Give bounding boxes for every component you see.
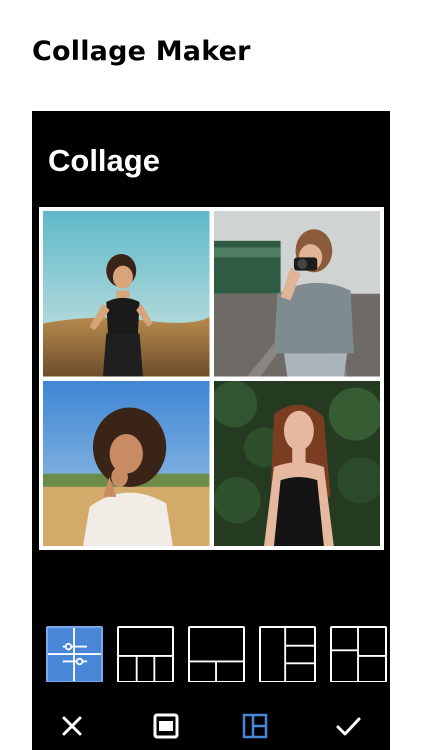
bottom-toolbar [32,706,390,746]
layout-left-one-right-two-button[interactable] [330,626,387,682]
collage-cell-2[interactable] [213,211,380,377]
phone-screen: Collage [32,111,390,750]
woman-long-hair-greenery-photo [213,380,380,546]
done-button[interactable] [328,706,368,746]
collage-cell-1[interactable] [43,211,210,377]
layout-button[interactable] [235,706,275,746]
check-icon [336,717,361,736]
grid-layout-icon [332,628,385,681]
layout-left-one-right-three-button[interactable] [259,626,316,682]
adjust-sliders-button[interactable] [46,626,103,682]
layout-top-one-bottom-three-button[interactable] [117,626,174,682]
sliders-icon [48,628,101,681]
app-title: Collage [48,143,160,178]
grid-layout-icon [119,654,172,681]
collage-grid [39,207,384,550]
border-button[interactable] [146,706,186,746]
collage-cell-3[interactable] [43,380,210,546]
layout-icon [242,713,268,739]
woman-in-wheat-field-photo [43,211,210,377]
close-button[interactable] [52,706,92,746]
woman-curly-hair-field-photo [43,380,210,546]
close-icon [62,716,82,736]
grid-layout-icon [284,628,314,681]
border-icon [153,713,179,739]
woman-with-camera-on-tracks-photo [213,211,380,377]
collage-cell-4[interactable] [213,380,380,546]
grid-layout-icon [190,660,243,681]
layout-top-one-bottom-two-button[interactable] [188,626,245,682]
layout-picker [46,626,390,682]
page-title: Collage Maker [32,36,251,67]
